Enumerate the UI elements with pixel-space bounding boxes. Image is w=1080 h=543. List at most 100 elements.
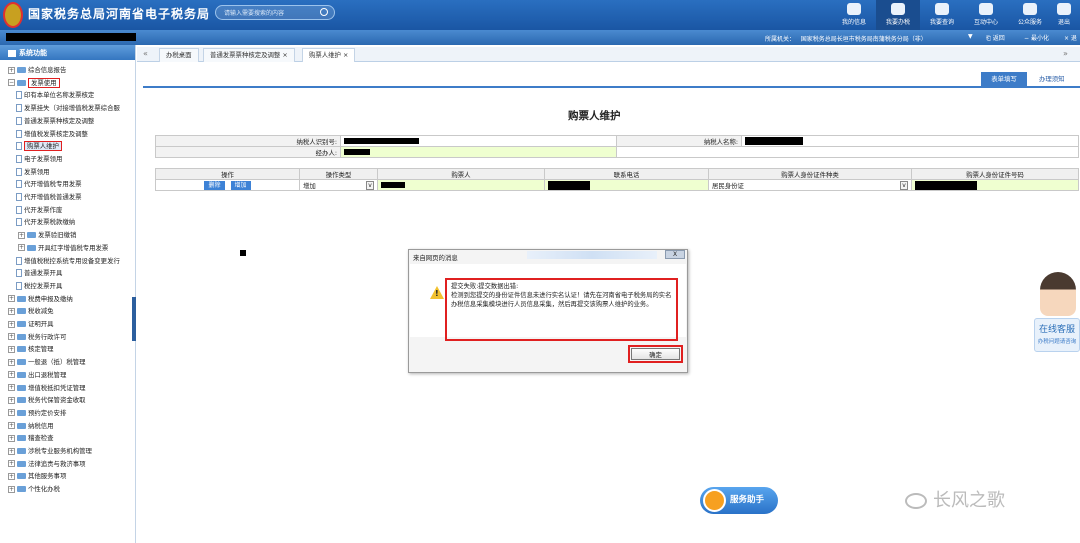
expand-icon[interactable]: + [8,447,15,455]
expand-icon[interactable]: + [8,422,15,430]
expand-icon[interactable]: + [8,295,15,303]
close-x-icon[interactable]: × 退 [1064,33,1077,42]
expand-icon[interactable]: + [8,396,15,404]
expand-icon[interactable]: + [8,485,15,493]
sidebar-item[interactable]: + 纳税信用 [8,420,54,432]
guide-button[interactable]: 办理须知 [1039,72,1080,86]
sidebar-item[interactable]: + 法律追责与救济事项 [8,458,86,470]
sidebar-item[interactable]: 印有本单位名称发票核定 [16,89,94,101]
sidebar-item[interactable]: + 发票验旧缴销 [18,229,76,241]
sidebar-item[interactable]: + 稽查检查 [8,432,54,444]
expand-icon[interactable]: + [8,472,15,480]
tab-scroll-left-icon[interactable]: « [143,49,148,58]
sidebar-item[interactable]: + 增值税抵扣凭证管理 [8,382,86,394]
service-assistant-button[interactable]: 服务助手 [700,487,778,514]
collapse-icon[interactable]: − [8,79,15,87]
sidebar-item[interactable]: + 税费申报及缴纳 [8,293,73,305]
sidebar-item-label: 税收减免 [28,307,54,316]
sidebar-item[interactable]: 代开增值税普通发票 [16,191,82,203]
sidebar-item[interactable]: + 其他服务事项 [8,470,66,482]
op-type-select[interactable]: 增加 v [299,179,378,191]
tab-close-icon[interactable]: × [343,51,348,59]
sidebar-item[interactable]: 发票领用 [16,166,50,178]
sidebar-item[interactable]: 增值税税控系统专用设备变更发行 [16,255,120,267]
expand-icon[interactable]: + [8,460,15,468]
sidebar-item[interactable]: + 开具红字增值税专用发票 [18,242,108,254]
user-icon [847,3,861,15]
sidebar-item-label: 发票验旧缴销 [38,231,77,240]
nav-public-service[interactable]: 公众服务 [1008,0,1052,30]
sidebar-item[interactable]: 发票挂失（对接增值税发票综合服 [16,102,120,114]
expand-icon[interactable]: + [8,320,15,328]
sidebar-item[interactable]: + 证明开具 [8,318,54,330]
tab-close-icon[interactable]: × [282,51,287,59]
sidebar-item[interactable]: + 税务行政许可 [8,331,66,343]
handler-input[interactable] [340,146,617,158]
chevron-down-icon[interactable]: v [366,180,374,190]
sidebar-item-label: 代开增值税普通发票 [24,193,82,201]
sidebar-item[interactable]: 代开发票作废 [16,204,62,216]
sidebar-item[interactable]: + 涉税专业服务机构管理 [8,445,92,457]
sidebar-item[interactable]: + 出口退税管理 [8,369,66,381]
back-button[interactable]: ⎗ 返回 [986,33,1005,43]
dialog-close-button[interactable]: X [665,250,685,259]
nav-do-tax[interactable]: 我要办税 [876,0,920,30]
sidebar-item[interactable]: 代开发票税款缴纳 [16,216,75,228]
tab-desktop[interactable]: 办税桌面 [159,48,199,62]
sidebar-item[interactable]: + 核定管理 [8,343,54,355]
sidebar-item[interactable]: 普通发票开具 [16,267,62,279]
sidebar-item[interactable]: + 综合信息报告 [8,64,66,76]
id-type-select[interactable]: 居民身份证 v [708,179,912,191]
sidebar-item[interactable]: 代开增值税专用发票 [16,178,82,190]
tab-scroll-right-icon[interactable]: » [1063,49,1068,58]
sidebar-item[interactable]: + 税务代保管资金收取 [8,394,86,406]
sidebar-item[interactable]: 普通发票票种核定及调整 [16,115,94,127]
sidebar-item[interactable]: + 个性化办税 [8,483,60,495]
sidebar-collapse-handle[interactable] [132,297,136,341]
search-input[interactable]: 请输入需要搜索的内容 [215,5,335,20]
search-icon[interactable] [320,8,328,16]
expand-icon[interactable]: + [8,358,15,366]
tab-invoice-type-approval[interactable]: 普通发票票种核定及调整 × [203,48,295,62]
expand-icon[interactable]: + [8,333,15,341]
buyer-name-input[interactable] [377,179,545,191]
nav-query[interactable]: 我要查询 [920,0,964,30]
expand-icon[interactable]: + [8,434,15,442]
minimize-button[interactable]: − 最小化 [1024,33,1049,42]
phone-input[interactable] [544,179,709,191]
nav-my-info[interactable]: 我的信息 [832,0,876,30]
sidebar-item[interactable]: + 一般退（抵）税管理 [8,356,86,368]
folder-icon [17,397,26,404]
tab-buyer-maintenance[interactable]: 购票人维护 × [302,48,356,62]
sidebar-item-label: 印有本单位名称发票核定 [24,91,95,100]
nav-logout[interactable]: 退出 [1048,0,1080,30]
customer-service-label[interactable]: 在线客服 办税问题请咨询 [1034,318,1080,352]
expand-icon[interactable]: + [8,384,15,391]
sidebar-item[interactable]: 增值税发票核定及调整 [16,128,88,140]
expand-icon[interactable]: + [8,371,15,379]
add-row-button[interactable]: 增加 [230,180,251,190]
delete-row-button[interactable]: 删除 [204,180,225,190]
expand-icon[interactable]: + [8,307,15,315]
expand-icon[interactable]: + [18,231,25,239]
id-number-input[interactable] [911,179,1079,191]
sidebar-item[interactable]: + 税收减免 [8,305,54,317]
sidebar-item[interactable]: + 预约定价安排 [8,407,66,419]
expand-icon[interactable]: + [8,345,15,353]
sidebar-item[interactable]: 购票人维护 [16,140,62,152]
folder-icon [17,409,26,416]
sidebar-item-label: 开具红字增值税专用发票 [38,243,109,252]
sidebar-item[interactable]: 税控发票开具 [16,280,62,292]
document-icon [16,142,22,151]
form-fill-button[interactable]: 表单填写 [981,72,1027,86]
ok-button[interactable]: 确定 [631,348,680,360]
nav-interaction[interactable]: 互动中心 [964,0,1008,30]
sidebar-item[interactable]: − 发票使用 [8,77,60,89]
chevron-down-icon[interactable]: v [900,180,908,190]
online-customer-service[interactable]: 在线客服 办税问题请咨询 [1034,270,1080,356]
dropdown-icon[interactable]: ▼ [968,33,973,40]
expand-icon[interactable]: + [8,409,15,417]
expand-icon[interactable]: + [8,66,15,74]
sidebar-item[interactable]: 电子发票领用 [16,153,62,165]
expand-icon[interactable]: + [18,244,25,252]
